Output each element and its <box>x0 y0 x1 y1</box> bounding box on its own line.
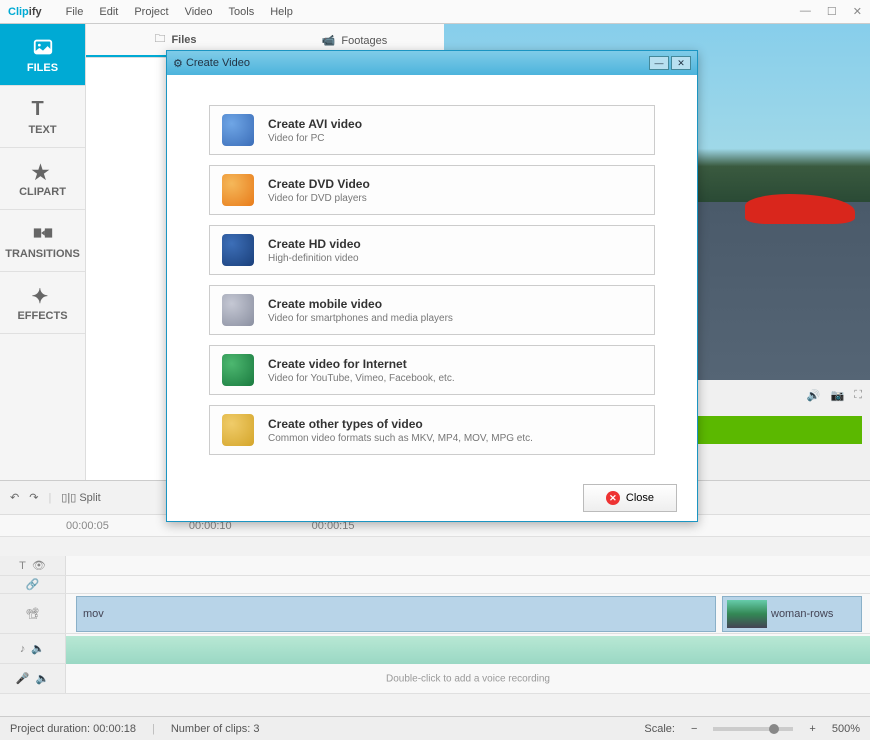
menu-video[interactable]: Video <box>185 6 213 18</box>
gear-icon: ⚙ <box>173 57 183 70</box>
audio-track[interactable] <box>66 634 870 663</box>
undo-icon[interactable]: ↶ <box>10 491 19 504</box>
close-x-icon: ✕ <box>606 491 620 505</box>
option-icon <box>222 414 254 446</box>
video-clip[interactable]: woman-rows <box>722 596 862 632</box>
option-desc: Video for YouTube, Vimeo, Facebook, etc. <box>268 373 455 384</box>
create-option-5[interactable]: Create other types of video Common video … <box>209 405 655 455</box>
text-icon: T <box>32 98 54 120</box>
sidebar-item-effects[interactable]: ✦ EFFECTS <box>0 272 85 334</box>
mute-icon[interactable]: 🔈 <box>31 642 45 655</box>
transitions-icon <box>32 222 54 244</box>
sidebar-label: TRANSITIONS <box>5 248 80 260</box>
option-title: Create AVI video <box>268 117 362 131</box>
zoom-in-icon[interactable]: + <box>809 723 815 735</box>
text-track[interactable] <box>66 556 870 575</box>
option-title: Create DVD Video <box>268 177 370 191</box>
zoom-out-icon[interactable]: − <box>691 723 697 735</box>
scale-slider[interactable] <box>713 727 793 731</box>
scale-label: Scale: <box>644 723 675 735</box>
option-desc: Video for DVD players <box>268 193 370 204</box>
star-icon: ★ <box>32 160 54 182</box>
image-icon <box>32 36 54 58</box>
duration-label: Project duration: <box>10 723 90 735</box>
option-icon <box>222 234 254 266</box>
voice-track[interactable]: Double-click to add a voice recording <box>66 664 870 693</box>
left-toolbar: FILES T TEXT ★ CLIPART TRANSITIONS ✦ EFF… <box>0 24 86 480</box>
create-option-1[interactable]: Create DVD Video Video for DVD players <box>209 165 655 215</box>
music-track-icon: ♪ <box>20 643 26 655</box>
maximize-icon[interactable]: ☐ <box>827 5 837 18</box>
sidebar-item-files[interactable]: FILES <box>0 24 85 86</box>
link-track[interactable] <box>66 576 870 593</box>
dialog-close-icon[interactable]: ✕ <box>671 56 691 70</box>
sidebar-label: TEXT <box>28 124 56 136</box>
magic-icon: ✦ <box>32 284 54 306</box>
minimize-icon[interactable]: — <box>800 5 811 18</box>
sidebar-label: CLIPART <box>19 186 66 198</box>
option-title: Create HD video <box>268 237 361 251</box>
clips-value: 3 <box>253 723 259 735</box>
eye-icon[interactable]: 👁 <box>32 559 46 572</box>
volume-icon[interactable]: 🔊 <box>807 389 821 402</box>
video-track[interactable]: mov woman-rows <box>66 594 870 633</box>
create-video-dialog: ⚙ Create Video — ✕ Create AVI video Video… <box>166 50 698 522</box>
option-icon <box>222 294 254 326</box>
scale-value: 500% <box>832 723 860 735</box>
create-option-2[interactable]: Create HD video High-definition video <box>209 225 655 275</box>
menu-edit[interactable]: Edit <box>99 6 118 18</box>
create-option-4[interactable]: Create video for Internet Video for YouTu… <box>209 345 655 395</box>
option-desc: Video for PC <box>268 133 362 144</box>
close-label: Close <box>626 492 654 504</box>
clips-label: Number of clips: <box>171 723 250 735</box>
fullscreen-icon[interactable]: ⛶ <box>854 389 862 402</box>
redo-icon[interactable]: ↷ <box>29 491 38 504</box>
close-button[interactable]: ✕ Close <box>583 484 677 512</box>
camera-icon: 📹 <box>322 34 336 47</box>
mic-track-icon: 🎤 <box>16 672 30 685</box>
dialog-minimize-icon[interactable]: — <box>649 56 669 70</box>
create-option-3[interactable]: Create mobile video Video for smartphones… <box>209 285 655 335</box>
split-button[interactable]: ▯|▯ Split <box>61 491 100 504</box>
sidebar-label: FILES <box>27 62 58 74</box>
video-track-icon: 📽 <box>26 607 40 620</box>
duration-value: 00:00:18 <box>93 723 136 735</box>
folder-icon: 🗀 <box>154 30 165 49</box>
option-icon <box>222 174 254 206</box>
option-title: Create video for Internet <box>268 357 455 371</box>
menubar: File Edit Project Video Tools Help <box>66 6 293 18</box>
video-clip[interactable]: mov <box>76 596 716 632</box>
option-desc: High-definition video <box>268 253 361 264</box>
sidebar-item-clipart[interactable]: ★ CLIPART <box>0 148 85 210</box>
app-logo: Clipify <box>8 6 42 18</box>
ruler-mark: 00:00:05 <box>66 520 109 532</box>
statusbar: Project duration: 00:00:18 | Number of c… <box>0 716 870 740</box>
create-option-0[interactable]: Create AVI video Video for PC <box>209 105 655 155</box>
menu-project[interactable]: Project <box>134 6 168 18</box>
option-desc: Video for smartphones and media players <box>268 313 453 324</box>
titlebar: Clipify File Edit Project Video Tools He… <box>0 0 870 24</box>
option-title: Create mobile video <box>268 297 453 311</box>
mute-icon[interactable]: 🔈 <box>36 672 50 685</box>
option-desc: Common video formats such as MKV, MP4, M… <box>268 433 533 444</box>
close-icon[interactable]: ✕ <box>853 5 862 18</box>
tracks: T👁 🔗 📽 mov woman-rows ♪🔈 🎤🔈 Double-click… <box>0 556 870 716</box>
sidebar-item-text[interactable]: T TEXT <box>0 86 85 148</box>
menu-help[interactable]: Help <box>270 6 293 18</box>
option-icon <box>222 114 254 146</box>
option-title: Create other types of video <box>268 417 533 431</box>
menu-tools[interactable]: Tools <box>229 6 255 18</box>
dialog-body: Create AVI video Video for PC Create DVD V… <box>167 75 697 475</box>
option-icon <box>222 354 254 386</box>
snapshot-icon[interactable]: 📷 <box>831 389 845 402</box>
text-track-icon: T <box>19 560 26 572</box>
sidebar-label: EFFECTS <box>17 310 67 322</box>
dialog-titlebar[interactable]: ⚙ Create Video — ✕ <box>167 51 697 75</box>
dialog-title: Create Video <box>186 57 250 69</box>
voice-hint: Double-click to add a voice recording <box>386 673 550 684</box>
menu-file[interactable]: File <box>66 6 84 18</box>
tab-label: Footages <box>341 35 387 47</box>
tab-label: Files <box>171 34 196 46</box>
sidebar-item-transitions[interactable]: TRANSITIONS <box>0 210 85 272</box>
